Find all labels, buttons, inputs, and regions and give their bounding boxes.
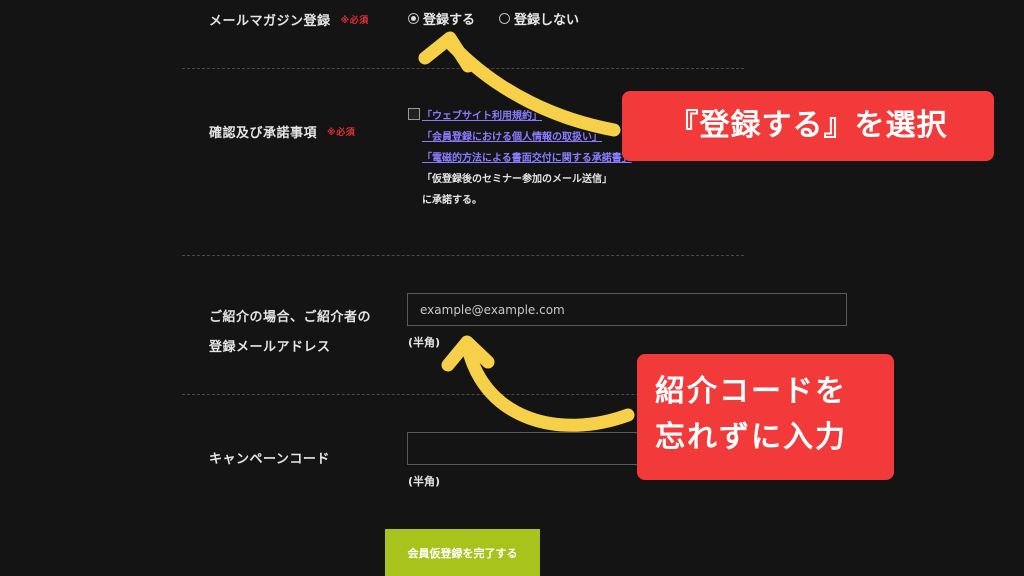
registration-form-screen: メールマガジン登録 ※必須 登録する 登録しない 確認及び承諾事項 ※必須 「ウェブ… [0,0,1024,576]
referrer-halfwidth-note: (半角) [408,336,441,349]
referrer-label-line2: 登録メールアドレス [209,340,331,355]
campaign-code-input[interactable] [407,432,647,465]
terms-link-website[interactable]: 「ウェブサイト利用規約」 [422,106,632,127]
annotation-arrows [418,31,635,432]
referrer-label-line1: ご紹介の場合、ご紹介者の [209,310,372,325]
consent-checkbox[interactable] [408,108,420,120]
required-badge: ※必須 [327,128,356,138]
radio-register[interactable]: 登録する [408,9,475,28]
radio-not-register[interactable]: 登録しない [499,9,579,28]
campaign-halfwidth-note: (半角) [408,475,441,488]
radio-unchecked-icon[interactable] [499,13,511,24]
consent-terms: 「ウェブサイト利用規約」 「会員登録における個人情報の取扱い」 「電磁的方法によ… [422,106,632,211]
terms-link-electronic[interactable]: 「電磁的方法による書面交付に関する承諾書」 [422,148,632,169]
newsletter-radio-group: 登録する 登録しない [408,9,603,28]
newsletter-label: メールマガジン登録 ※必須 [209,14,369,29]
complete-registration-button[interactable]: 会員仮登録を完了する [385,529,540,576]
divider [182,255,744,256]
callout-enter-referral: 紹介コードを 忘れずに入力 [637,354,894,480]
arrow-head-2 [441,335,495,372]
terms-seminar-email: 「仮登録後のセミナー参加のメール送信」 [422,174,612,185]
required-badge: ※必須 [340,16,369,26]
arrow-head-1 [418,31,475,73]
divider [182,68,744,69]
callout-select-register: 『登録する』を選択 [622,91,994,161]
referrer-email-input[interactable] [407,293,847,326]
consent-label: 確認及び承諾事項 ※必須 [209,126,356,141]
terms-link-privacy[interactable]: 「会員登録における個人情報の取扱い」 [422,127,632,148]
arrow-to-referrer-input [461,341,635,432]
radio-checked-icon[interactable] [408,13,419,24]
campaign-label: キャンペーンコード [209,452,330,467]
terms-agree-text: に承諾する。 [422,195,482,206]
